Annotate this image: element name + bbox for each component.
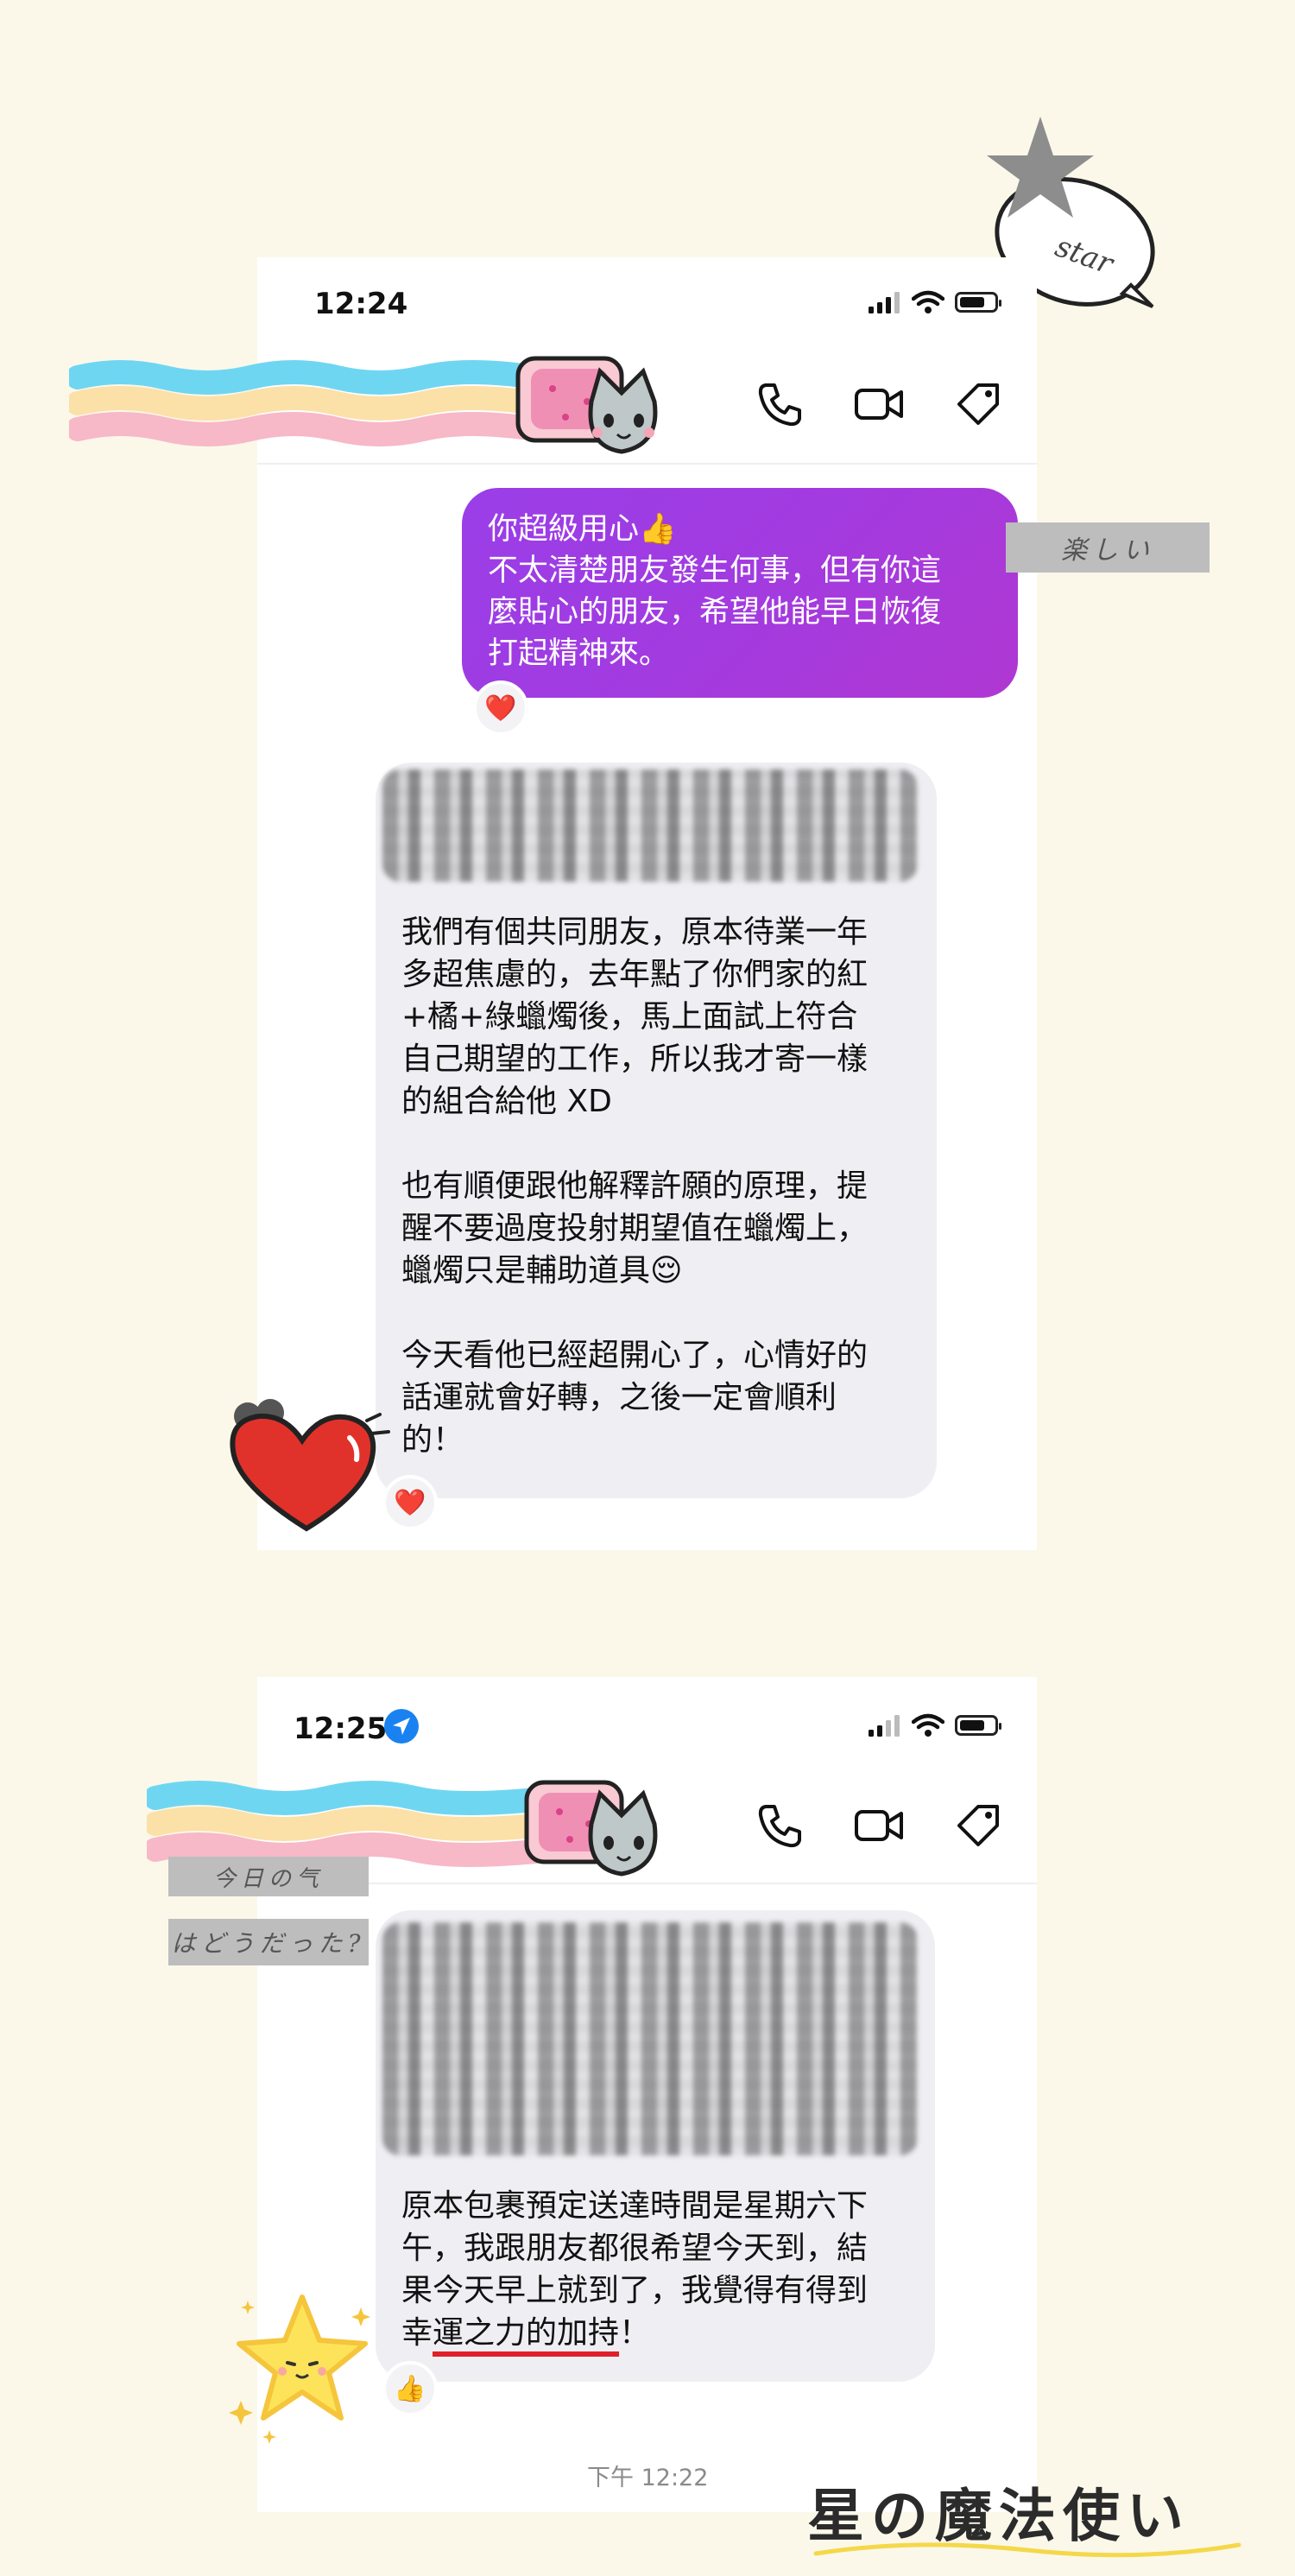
incoming-message[interactable]: 我們有個共同朋友，原本待業一年 多超焦慮的，去年點了你們家的紅 +橘+綠蠟燭後，…: [376, 763, 937, 1498]
incoming2-line-4: 幸運之力的加持！: [401, 2315, 651, 2351]
video-call-icon[interactable]: [853, 1800, 905, 1851]
message-timestamp: 下午 12:22: [587, 2465, 709, 2491]
outgoing-message[interactable]: 你超級用心👍 不太清楚朋友發生何事，但有你這 麼貼心的朋友，希望他能早日恢復 打…: [462, 488, 1018, 698]
incoming2-line-3: 果今天早上就到了，我覺得有得到: [401, 2273, 869, 2308]
incoming-p2-l3: 蠟燭只是輔助道具😌: [401, 1253, 683, 1288]
yellow-star-sticker: [229, 2294, 370, 2444]
outgoing-line-1: 你超級用心👍: [488, 512, 677, 547]
status-icons-2: [869, 1713, 1001, 1737]
video-call-icon[interactable]: [853, 378, 905, 430]
location-arrow-icon: [384, 1709, 419, 1744]
thumbs-up-reaction[interactable]: 👍: [382, 2361, 438, 2416]
heart-reaction[interactable]: ❤️: [473, 680, 528, 736]
status-time: 12:24: [314, 287, 408, 321]
tag-icon[interactable]: [952, 378, 1004, 430]
status-icons: [869, 290, 1001, 314]
incoming-p2-l2: 醒不要過度投射期望值在蠟燭上，: [401, 1211, 869, 1246]
incoming2-line-1: 原本包裹預定送達時間是星期六下: [401, 2188, 869, 2224]
signal-icon: [869, 292, 900, 313]
battery-icon: [955, 1715, 1001, 1736]
nyan-cat-sticker: [69, 356, 658, 454]
redacted-text-2: [382, 1922, 918, 2155]
status-time-2: 12:25: [294, 1712, 388, 1746]
phone-icon[interactable]: [754, 1800, 805, 1851]
wifi-icon: [912, 1713, 944, 1737]
incoming-p1-l5: 的組合給他 XD: [401, 1084, 612, 1119]
outgoing-line-3: 麼貼心的朋友，希望他能早日恢復: [488, 595, 942, 630]
highlighted-phrase: 運之力的加持: [433, 2315, 620, 2351]
incoming-p3-l1: 今天看他已經超開心了，心情好的: [401, 1338, 869, 1373]
battery-icon: [955, 292, 1001, 313]
redacted-text: [382, 769, 918, 882]
incoming-p1-l3: +橘+綠蠟燭後，馬上面試上符合: [401, 999, 858, 1035]
incoming-p1-l2: 多超焦慮的，去年點了你們家的紅: [401, 957, 869, 992]
signature-underline: [813, 2542, 1241, 2558]
incoming-message-2[interactable]: 原本包裹預定送達時間是星期六下 午，我跟朋友都很希望今天到，結 果今天早上就到了…: [376, 1910, 935, 2382]
wifi-icon: [912, 290, 944, 313]
incoming-p3-l2: 話運就會好轉，之後一定會順利: [401, 1380, 837, 1415]
phone-icon[interactable]: [754, 378, 805, 430]
incoming-p1-l4: 自己期望的工作，所以我才寄一樣: [401, 1041, 869, 1077]
incoming2-line-2: 午，我跟朋友都很希望今天到，結: [401, 2231, 869, 2266]
outgoing-line-4: 打起精神來。: [488, 636, 670, 671]
signal-icon: [869, 1715, 900, 1737]
heart-sticker: [230, 1399, 390, 1532]
tag-icon[interactable]: [952, 1800, 1004, 1851]
incoming-p3-l3: 的！: [401, 1422, 464, 1458]
sticker-label-dou: はどうだった?: [168, 1919, 369, 1965]
incoming-p2-l1: 也有順便跟他解釋許願的原理，提: [401, 1168, 869, 1204]
sticker-label-kyou: 今日の气: [168, 1857, 369, 1896]
sticker-label-tanoshii: 楽しい: [1006, 522, 1210, 573]
incoming-p1-l1: 我們有個共同朋友，原本待業一年: [401, 915, 869, 950]
outgoing-line-2: 不太清楚朋友發生何事，但有你這: [488, 554, 942, 588]
